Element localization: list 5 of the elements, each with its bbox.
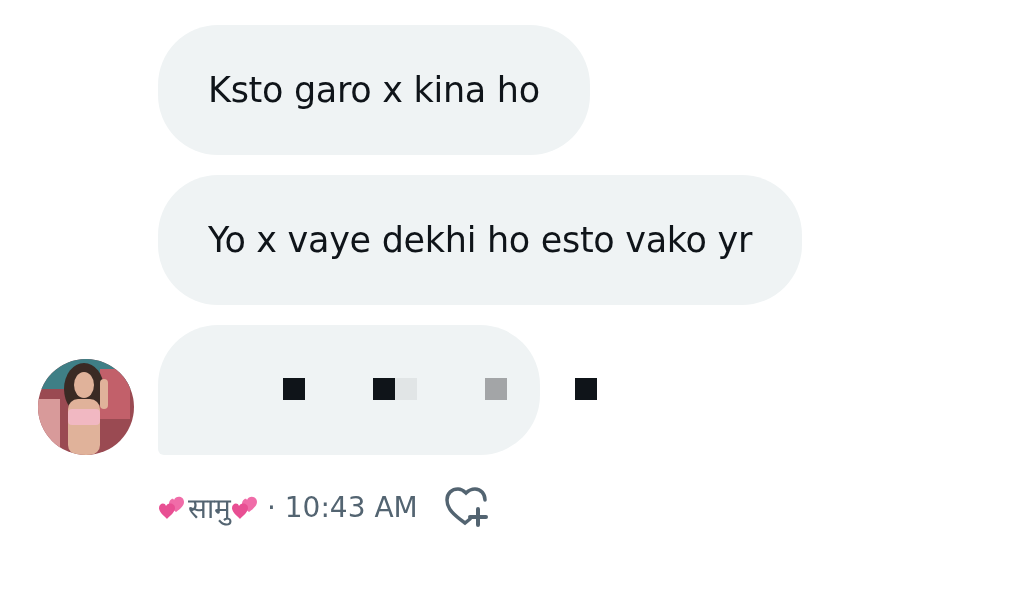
message-bubble: Yo x vaye dekhi ho esto vako yr	[158, 175, 802, 305]
sender-name: सामु	[188, 491, 231, 526]
message-bubble: Ksto garo x kina ho	[158, 25, 590, 155]
add-reaction-icon[interactable]	[443, 487, 490, 527]
message-time: · 10:43 AM	[267, 490, 418, 524]
